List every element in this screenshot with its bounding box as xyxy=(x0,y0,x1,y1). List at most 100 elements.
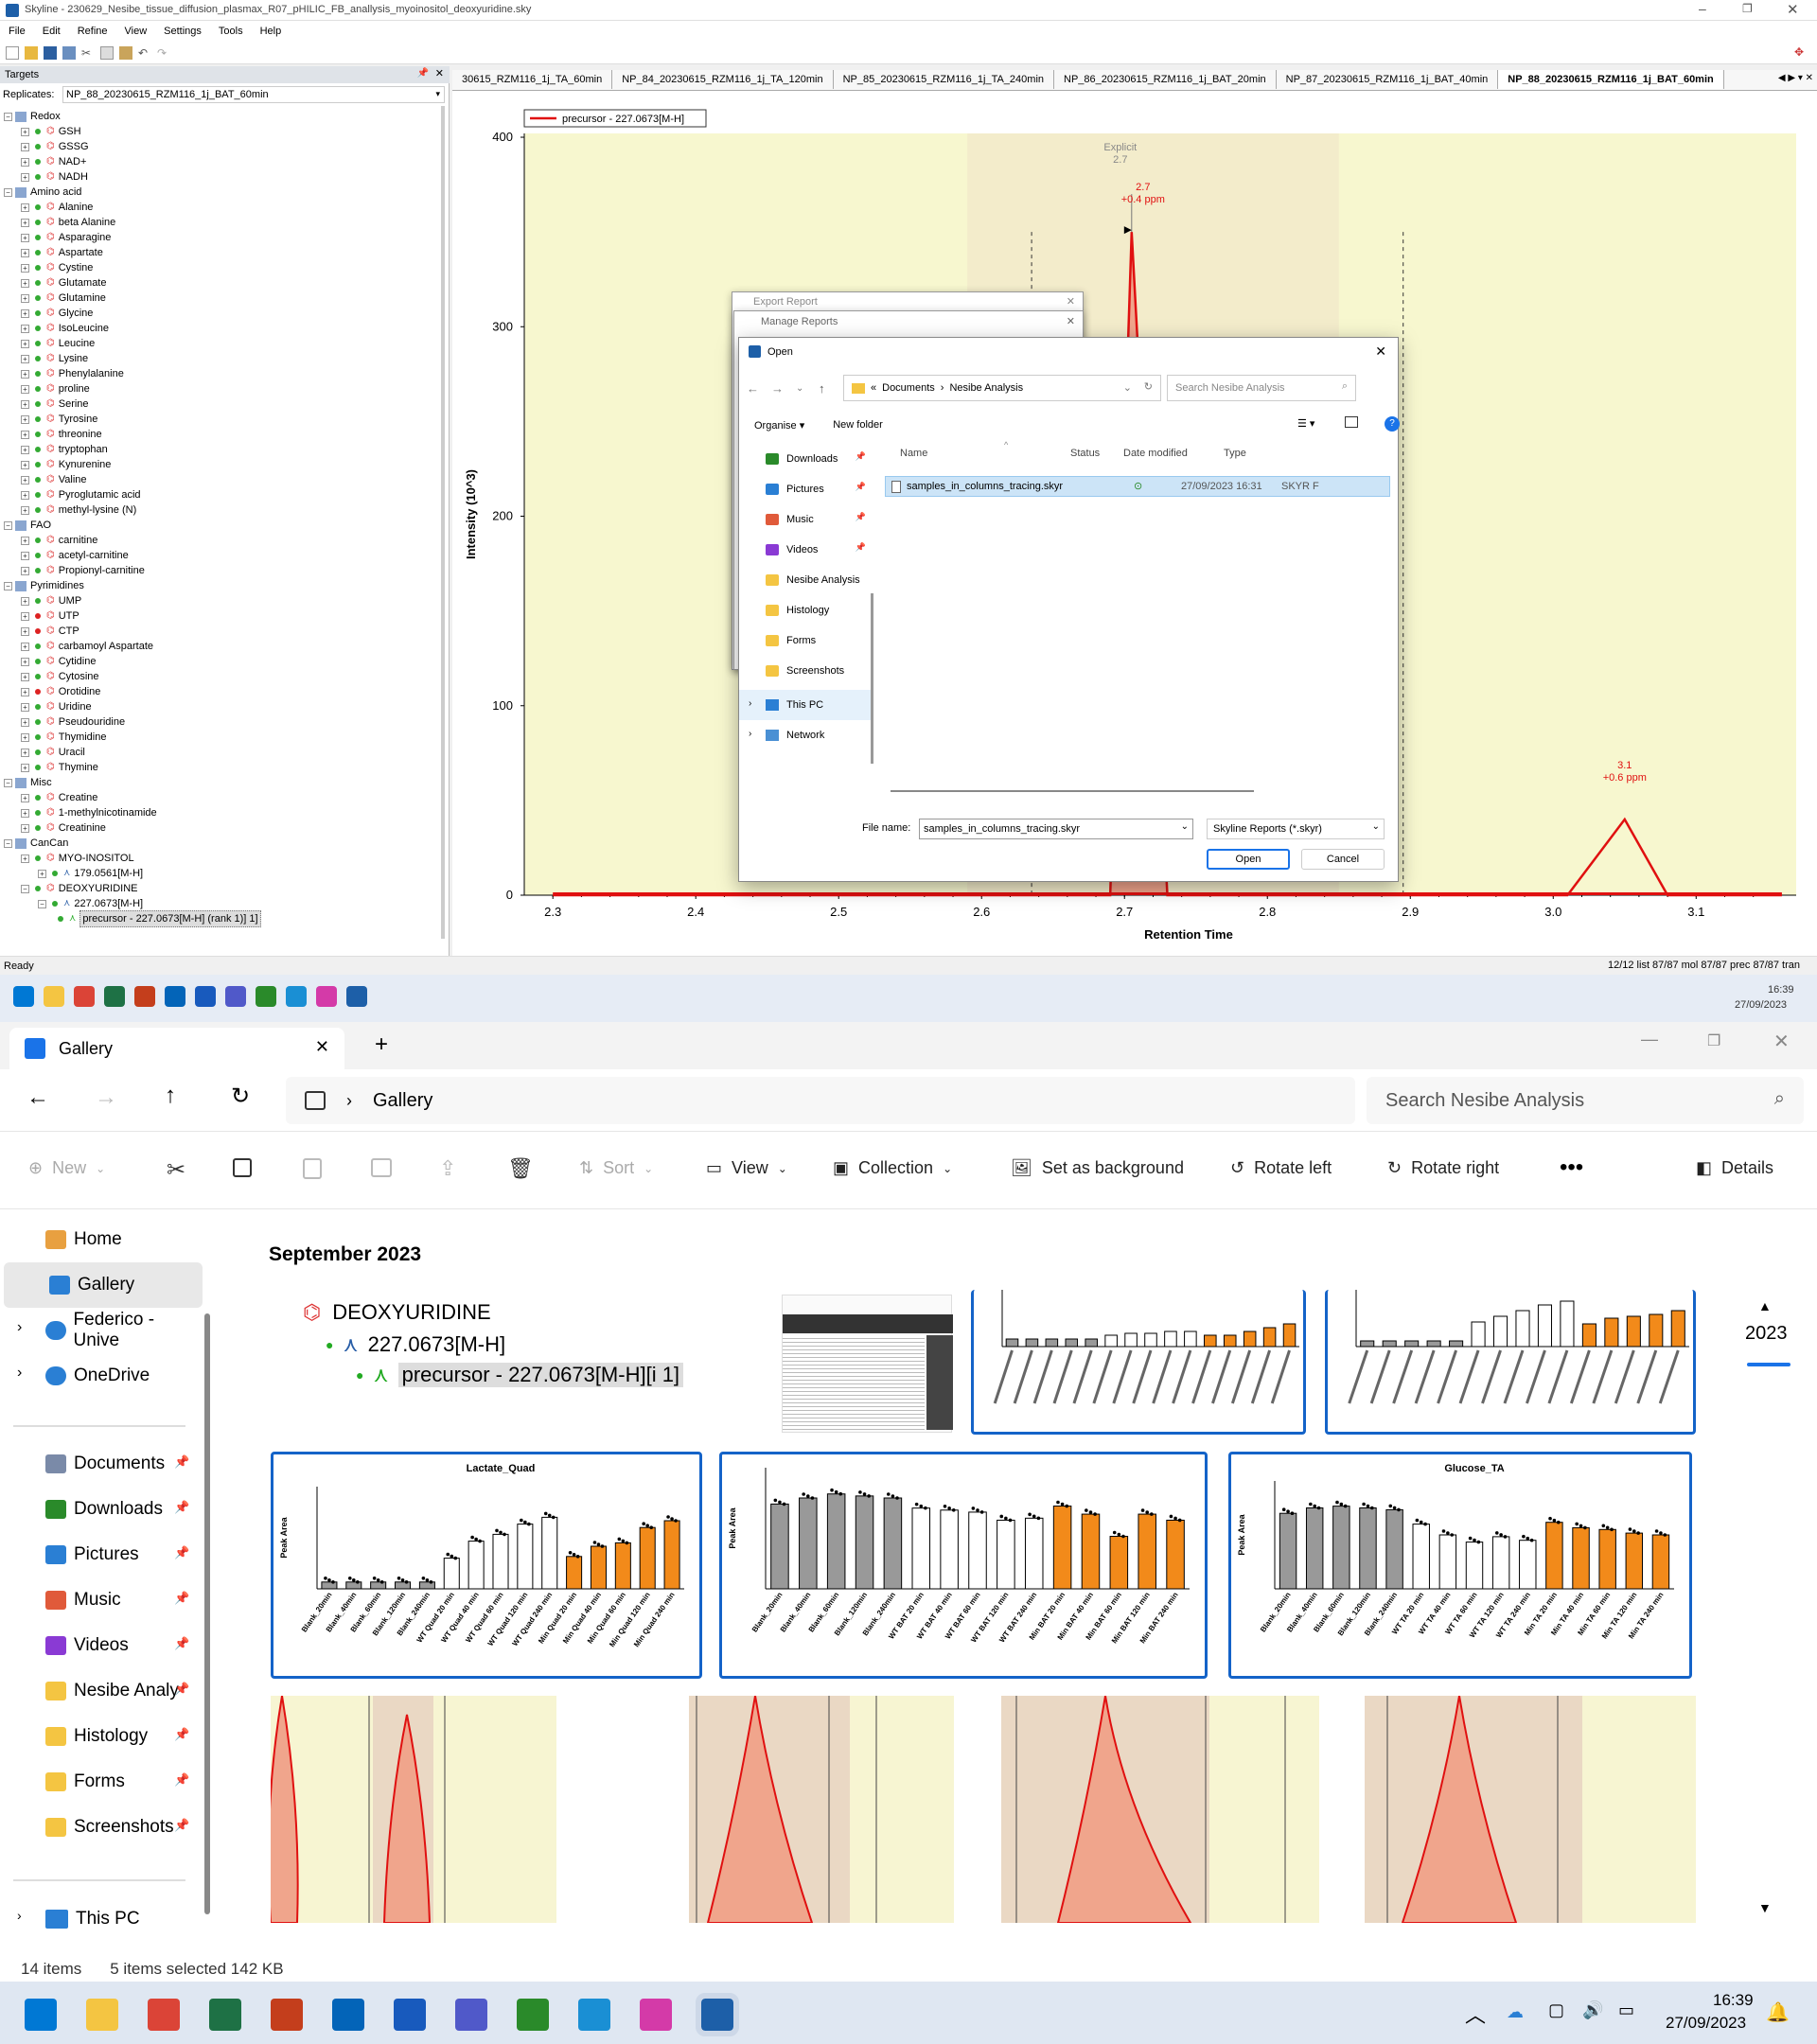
g-copy-icon[interactable] xyxy=(233,1158,252,1177)
tree-item[interactable]: + ⌬ Orotidine xyxy=(4,684,439,699)
sidebar-item-forms[interactable]: Forms 📌 xyxy=(0,1759,203,1805)
g-collection-button[interactable]: ▣ Collection ⌄ xyxy=(833,1158,952,1178)
expand-chevron-icon[interactable]: › xyxy=(17,1365,22,1382)
tree-scrollbar[interactable] xyxy=(441,106,445,939)
tb-globe-icon[interactable] xyxy=(256,986,276,1007)
tree-item[interactable]: + ⌬ Creatinine xyxy=(4,820,439,836)
tb-powerpoint-icon[interactable] xyxy=(134,986,155,1007)
tree-item[interactable]: + ⌬ Cystine xyxy=(4,260,439,275)
dialog-nav-this-pc[interactable]: › This PC xyxy=(739,690,872,720)
expand-icon[interactable]: + xyxy=(21,702,29,712)
menu-settings[interactable]: Settings xyxy=(155,26,210,37)
expand-icon[interactable]: + xyxy=(21,218,29,227)
thumb-chroma-3[interactable] xyxy=(1001,1696,1319,1923)
taskbar-explorer-icon[interactable] xyxy=(86,1999,118,2031)
manage-close-icon[interactable]: ✕ xyxy=(1067,315,1075,327)
tree-item[interactable]: + ⌬ Thymine xyxy=(4,760,439,775)
tree-item[interactable]: + ⌬ GSSG xyxy=(4,139,439,154)
tree-item[interactable]: + ⌬ Valine xyxy=(4,472,439,487)
expand-icon[interactable]: + xyxy=(21,399,29,409)
save-icon[interactable] xyxy=(44,45,57,60)
paste-icon[interactable] xyxy=(119,45,132,60)
taskbar-snipping-icon[interactable] xyxy=(640,1999,672,2031)
tree-group[interactable]: − Pyrimidines xyxy=(4,578,439,593)
taskbar-chrome-icon[interactable] xyxy=(148,1999,180,2031)
taskbar-excel-icon[interactable] xyxy=(209,1999,241,2031)
expand-icon[interactable]: + xyxy=(21,384,29,394)
taskbar-outlook-icon[interactable] xyxy=(332,1999,364,2031)
tree-item[interactable]: + ⌬ Kynurenine xyxy=(4,457,439,472)
collapse-icon[interactable]: − xyxy=(21,884,29,893)
sidebar-item-downloads[interactable]: Downloads 📌 xyxy=(0,1487,203,1532)
export-close-icon[interactable]: ✕ xyxy=(1067,295,1075,308)
g-view-button[interactable]: ▭ View ⌄ xyxy=(706,1158,787,1178)
replicate-tab[interactable]: NP_86_20230615_RZM116_1j_BAT_20min xyxy=(1054,70,1277,89)
tree-item[interactable]: + ⌬ IsoLeucine xyxy=(4,321,439,336)
g-rotate-right-button[interactable]: ↻ Rotate right xyxy=(1387,1158,1499,1178)
tree-item-myo_ion[interactable]: + ⋏ 179.0561[M-H] xyxy=(4,866,439,881)
tree-group[interactable]: − FAO xyxy=(4,518,439,533)
g-close-icon[interactable]: ✕ xyxy=(1773,1030,1790,1053)
menu-view[interactable]: View xyxy=(116,26,156,37)
nav-scrollbar[interactable] xyxy=(871,593,873,764)
tb-edge-icon[interactable] xyxy=(286,986,307,1007)
expand-icon[interactable]: + xyxy=(21,203,29,212)
tree-item[interactable]: + ⌬ threonine xyxy=(4,427,439,442)
dialog-search-box[interactable]: Search Nesibe Analysis ⌕ xyxy=(1167,375,1356,401)
gallery-tab[interactable]: Gallery ✕ xyxy=(9,1028,344,1069)
expand-icon[interactable]: + xyxy=(21,142,29,151)
dialog-nav-pictures[interactable]: Pictures 📌 xyxy=(739,474,872,504)
pin-icon[interactable]: 📌 xyxy=(174,1454,189,1470)
tree-item[interactable]: + ⌬ GSH xyxy=(4,124,439,139)
g-address-bar[interactable]: › Gallery xyxy=(286,1077,1355,1124)
new-tab-icon[interactable]: + xyxy=(375,1031,388,1058)
panel-close-icon[interactable]: ✕ xyxy=(435,67,444,79)
g-new-button[interactable]: ⊕ New ⌄ xyxy=(28,1158,105,1178)
organise-button[interactable]: Organise ▾ xyxy=(754,419,804,432)
tree-item[interactable]: + ⌬ Thymidine xyxy=(4,730,439,745)
taskbar-globe-icon[interactable] xyxy=(517,1999,549,2031)
copy-icon[interactable] xyxy=(100,45,114,60)
battery-icon[interactable]: ▭ xyxy=(1618,2000,1634,2020)
menu-file[interactable]: File xyxy=(0,26,34,37)
g-rename-icon[interactable] xyxy=(371,1158,392,1177)
open-button[interactable]: Open xyxy=(1207,849,1290,870)
expand-icon[interactable]: + xyxy=(21,445,29,454)
tree-group[interactable]: − Amino acid xyxy=(4,185,439,200)
replicate-tab[interactable]: NP_87_20230615_RZM116_1j_BAT_40min xyxy=(1276,70,1499,89)
sidebar-item-federico-unive[interactable]: › Federico - Unive xyxy=(0,1308,203,1353)
expand-icon[interactable]: + xyxy=(21,430,29,439)
tb-chrome-icon[interactable] xyxy=(74,986,95,1007)
dialog-nav-network[interactable]: › Network xyxy=(739,720,872,750)
collapse-icon[interactable]: − xyxy=(38,899,46,908)
tree-item[interactable]: + ⌬ beta Alanine xyxy=(4,215,439,230)
g-maximize-icon[interactable]: ❐ xyxy=(1707,1031,1720,1050)
tree-item-deoxy[interactable]: − ⌬ DEOXYURIDINE xyxy=(4,881,439,896)
tracing-icon[interactable]: ✥ xyxy=(1794,45,1804,59)
minimize-icon[interactable]: – xyxy=(1699,1,1706,16)
thumb-bat-chart[interactable]: Peak Area Blank_20min Blank_40min Blank_60m… xyxy=(719,1452,1208,1679)
g-set-bg-button[interactable]: 🖼 Set as background xyxy=(1011,1158,1184,1178)
pin-icon[interactable]: 📌 xyxy=(417,68,429,79)
collapse-icon[interactable]: − xyxy=(4,581,12,590)
pin-icon[interactable]: 📌 xyxy=(174,1500,189,1515)
help-icon[interactable]: ? xyxy=(1385,416,1400,432)
expand-icon[interactable]: + xyxy=(21,324,29,333)
thumb-screenshot[interactable] xyxy=(782,1295,953,1433)
col-name[interactable]: Name xyxy=(900,448,927,459)
expand-icon[interactable]: + xyxy=(21,339,29,348)
tree-item[interactable]: + ⌬ Pyroglutamic acid xyxy=(4,487,439,502)
thumb-bar-top-1[interactable] xyxy=(971,1290,1306,1435)
expand-icon[interactable]: + xyxy=(21,490,29,500)
tree-group[interactable]: − Misc xyxy=(4,775,439,790)
volume-icon[interactable]: 🔊 xyxy=(1582,2000,1603,2020)
expand-icon[interactable]: + xyxy=(21,596,29,606)
sidebar-item-nesibe-analy[interactable]: Nesibe Analy 📌 xyxy=(0,1668,203,1714)
expand-icon[interactable]: + xyxy=(21,308,29,318)
expand-icon[interactable]: + xyxy=(38,869,46,878)
publish-icon[interactable] xyxy=(62,45,76,60)
tb-teams-icon[interactable] xyxy=(225,986,246,1007)
expand-icon[interactable]: + xyxy=(21,263,29,273)
expand-icon[interactable]: + xyxy=(21,278,29,288)
taskbar-time[interactable]: 16:39 xyxy=(1713,1991,1754,2010)
